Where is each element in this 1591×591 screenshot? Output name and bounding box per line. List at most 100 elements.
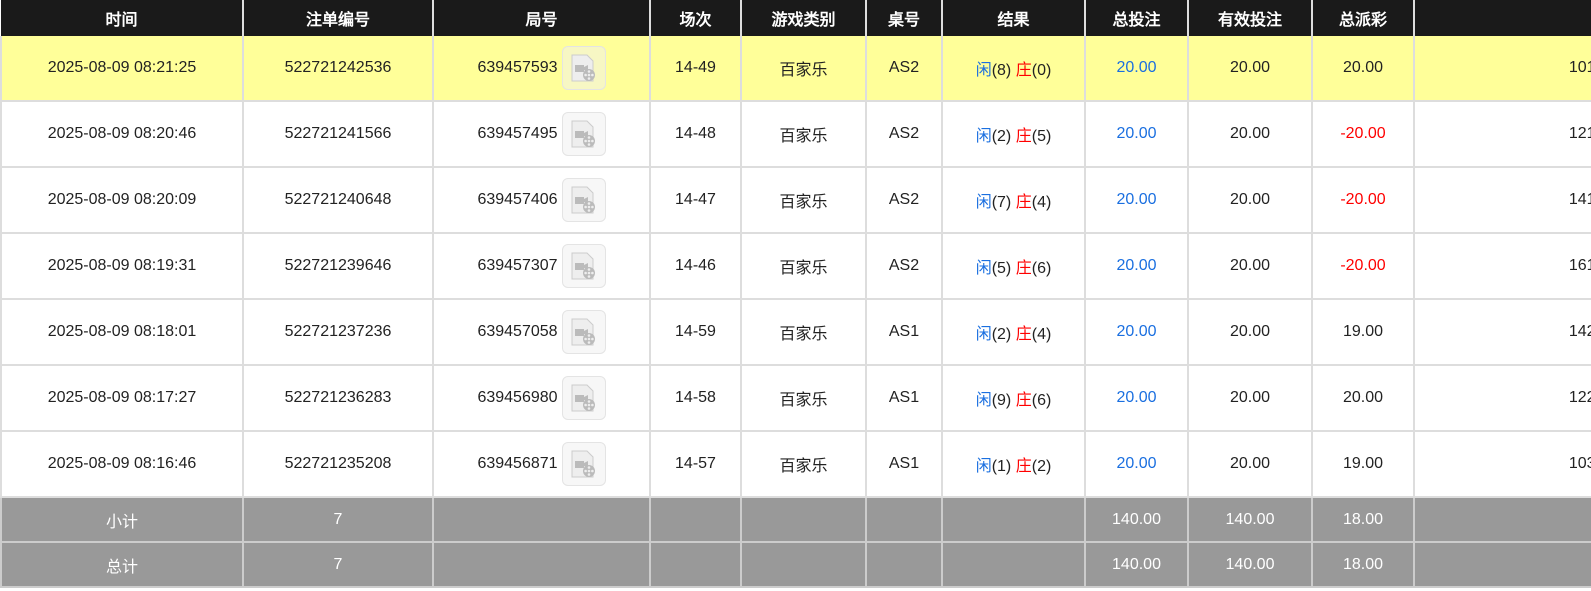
cell-session: 14-58 [649, 365, 742, 432]
cell-total-bet: 20.00 [1084, 365, 1189, 432]
video-replay-icon[interactable] [561, 112, 606, 156]
cell-total-payout: 20.00 [1311, 365, 1415, 432]
summary-empty [941, 497, 1086, 543]
summary-empty [1413, 542, 1591, 588]
cell-total-bet: 20.00 [1084, 167, 1189, 234]
table-row: 2025-08-09 08:20:09 522721240648 639457406… [0, 167, 1591, 234]
cell-total-bet: 20.00 [1084, 36, 1189, 102]
banker-points: (5) [1031, 128, 1052, 145]
player-points: (7) [991, 194, 1012, 211]
cell-valid-bet: 20.00 [1187, 167, 1313, 234]
cell-total-bet: 20.00 [1084, 101, 1189, 168]
player-label: 闲 [975, 128, 992, 145]
cell-total-payout: -20.00 [1311, 167, 1415, 234]
header-total-payout: 总派彩 [1312, 0, 1415, 36]
cell-round: 639457406 [432, 167, 651, 234]
cell-total-payout: -20.00 [1311, 101, 1415, 168]
video-replay-icon[interactable] [561, 178, 606, 222]
banker-label: 庄 [1015, 392, 1032, 409]
summary-empty [865, 497, 943, 543]
cell-total-payout: 19.00 [1311, 299, 1415, 366]
summary-empty [432, 497, 651, 543]
summary-valid-bet: 140.00 [1187, 497, 1313, 543]
video-replay-icon[interactable] [561, 310, 606, 354]
round-number: 639457406 [477, 191, 558, 209]
summary-label: 总计 [0, 542, 244, 588]
banker-points: (0) [1031, 62, 1052, 79]
cell-valid-bet: 20.00 [1187, 101, 1313, 168]
table-header: 时间 注单编号 局号 场次 游戏类别 桌号 结果 总投注 有效投注 总派彩 [1, 0, 1591, 36]
round-number: 639456980 [477, 389, 558, 407]
cell-round: 639457058 [432, 299, 651, 366]
cell-session: 14-57 [649, 431, 742, 498]
banker-points: (6) [1031, 260, 1052, 277]
cell-game-type: 百家乐 [740, 167, 867, 234]
summary-count: 7 [242, 497, 434, 543]
cell-result: 闲(2) 庄(5) [941, 101, 1086, 168]
cell-valid-bet: 20.00 [1187, 431, 1313, 498]
banker-label: 庄 [1015, 128, 1032, 145]
player-label: 闲 [975, 62, 992, 79]
table-row: 2025-08-09 08:20:46 522721241566 639457495… [0, 101, 1591, 168]
cell-result: 闲(9) 庄(6) [941, 365, 1086, 432]
cell-table-no: AS1 [865, 365, 943, 432]
cell-result: 闲(2) 庄(4) [941, 299, 1086, 366]
table-row: 2025-08-09 08:18:01 522721237236 639457058… [0, 299, 1591, 366]
cell-total-bet: 20.00 [1084, 233, 1189, 300]
cell-result: 闲(8) 庄(0) [941, 36, 1086, 102]
cell-time: 2025-08-09 08:19:31 [0, 233, 244, 300]
cell-game-type: 百家乐 [740, 233, 867, 300]
cell-balance: 121. [1413, 101, 1591, 168]
cell-game-type: 百家乐 [740, 101, 867, 168]
cell-total-payout: -20.00 [1311, 233, 1415, 300]
cell-bet-id: 522721235208 [242, 431, 434, 498]
player-points: (9) [991, 392, 1012, 409]
cell-game-type: 百家乐 [740, 365, 867, 432]
cell-table-no: AS2 [865, 101, 943, 168]
grand-total-row: 总计 7 140.00 140.00 18.00 [0, 542, 1591, 588]
header-round: 局号 [433, 0, 651, 36]
bet-records-table: 时间 注单编号 局号 场次 游戏类别 桌号 结果 总投注 有效投注 总派彩 2025-08-09 … [0, 0, 1591, 588]
cell-bet-id: 522721237236 [242, 299, 434, 366]
summary-valid-bet: 140.00 [1187, 542, 1313, 588]
summary-payout: 18.00 [1311, 497, 1415, 543]
cell-balance: 141. [1413, 167, 1591, 234]
banker-label: 庄 [1015, 260, 1032, 277]
cell-session: 14-49 [649, 36, 742, 102]
cell-result: 闲(5) 庄(6) [941, 233, 1086, 300]
summary-empty [1413, 497, 1591, 543]
cell-table-no: AS2 [865, 233, 943, 300]
player-label: 闲 [975, 392, 992, 409]
cell-valid-bet: 20.00 [1187, 36, 1313, 102]
cell-valid-bet: 20.00 [1187, 365, 1313, 432]
cell-result: 闲(1) 庄(2) [941, 431, 1086, 498]
player-points: (8) [991, 62, 1012, 79]
video-replay-icon[interactable] [561, 244, 606, 288]
player-points: (5) [991, 260, 1012, 277]
summary-empty [649, 497, 742, 543]
round-number: 639456871 [477, 455, 558, 473]
summary-total-bet: 140.00 [1084, 497, 1189, 543]
cell-session: 14-46 [649, 233, 742, 300]
cell-time: 2025-08-09 08:18:01 [0, 299, 244, 366]
subtotal-row: 小计 7 140.00 140.00 18.00 [0, 497, 1591, 543]
video-replay-icon[interactable] [561, 376, 606, 420]
cell-round: 639456871 [432, 431, 651, 498]
video-replay-icon[interactable] [561, 46, 606, 90]
cell-session: 14-48 [649, 101, 742, 168]
cell-game-type: 百家乐 [740, 36, 867, 102]
player-label: 闲 [975, 458, 992, 475]
summary-total-bet: 140.00 [1084, 542, 1189, 588]
player-points: (2) [991, 326, 1012, 343]
header-result: 结果 [942, 0, 1086, 36]
round-number: 639457593 [477, 59, 558, 77]
summary-payout: 18.00 [1311, 542, 1415, 588]
player-points: (1) [991, 458, 1012, 475]
cell-round: 639457307 [432, 233, 651, 300]
banker-points: (4) [1031, 326, 1052, 343]
cell-result: 闲(7) 庄(4) [941, 167, 1086, 234]
banker-points: (6) [1031, 392, 1052, 409]
video-replay-icon[interactable] [561, 442, 606, 486]
cell-session: 14-59 [649, 299, 742, 366]
cell-bet-id: 522721242536 [242, 36, 434, 102]
